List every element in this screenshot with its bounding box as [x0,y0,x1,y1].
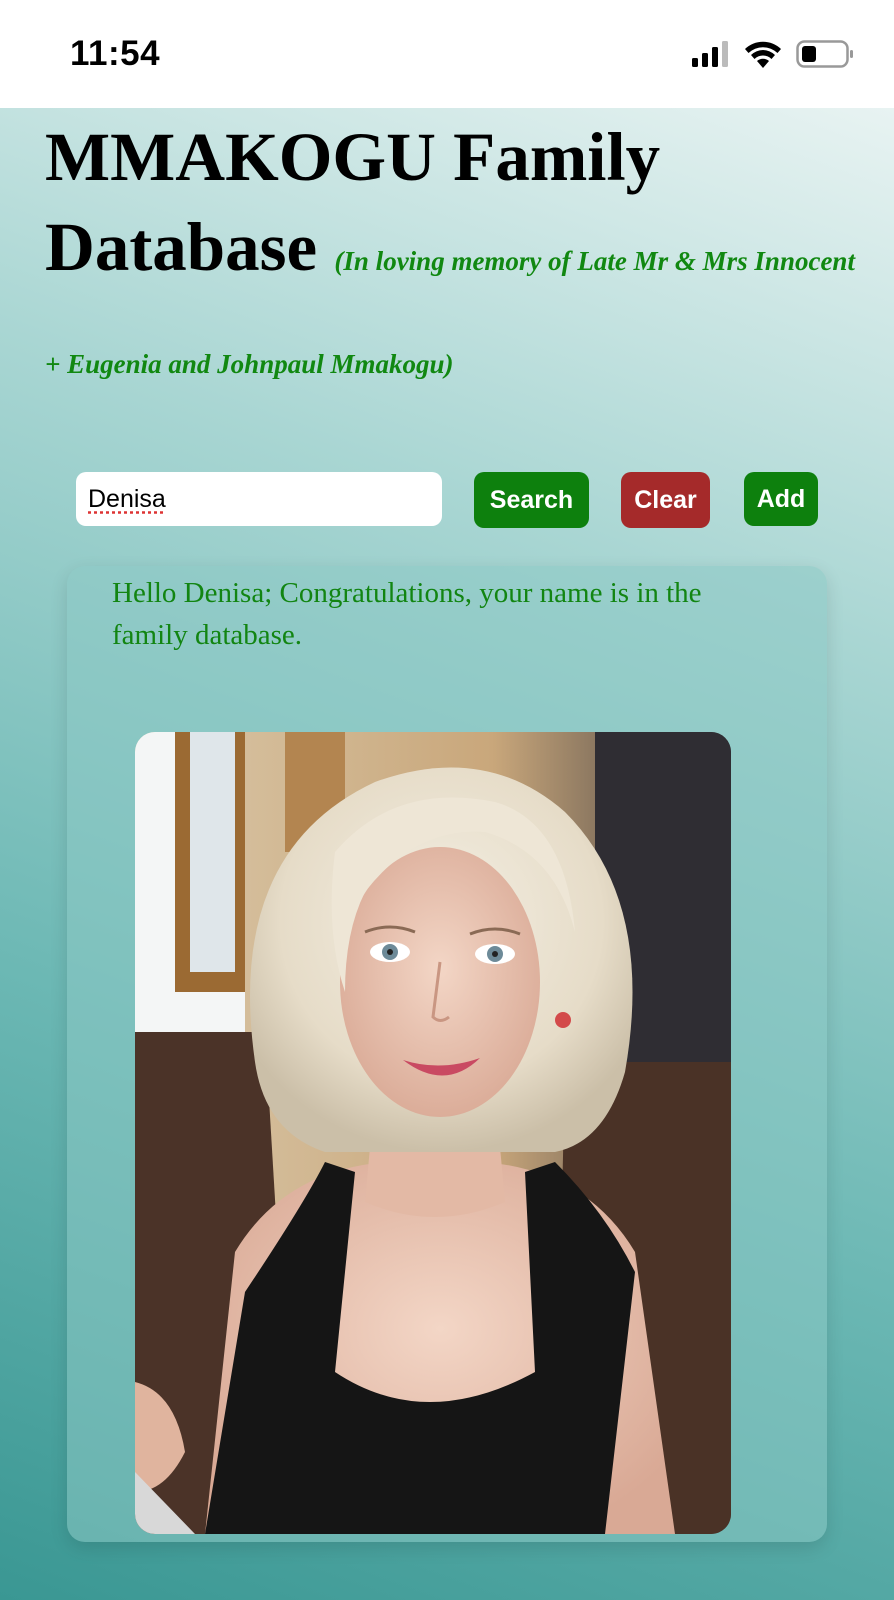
page-title: MMAKOGU Family Database (In loving memor… [45,112,865,408]
result-message: Hello Denisa; Congratulations, your name… [112,577,702,651]
battery-icon [796,40,854,73]
name-search-input[interactable] [76,472,442,526]
portrait-photo [135,732,731,1534]
cellular-signal-icon [692,41,730,72]
status-bar: 11:54 [0,0,894,108]
clear-button[interactable]: Clear [621,472,710,528]
search-bar: Search Clear Add [0,464,894,528]
status-time: 11:54 [70,34,161,73]
page-content: MMAKOGU Family Database (In loving memor… [0,108,894,1600]
search-result-card: Hello Denisa; Congratulations, your name… [67,566,827,1542]
status-icons [692,40,854,73]
wifi-icon [744,40,782,73]
add-button[interactable]: Add [744,472,818,526]
search-button[interactable]: Search [474,472,589,528]
